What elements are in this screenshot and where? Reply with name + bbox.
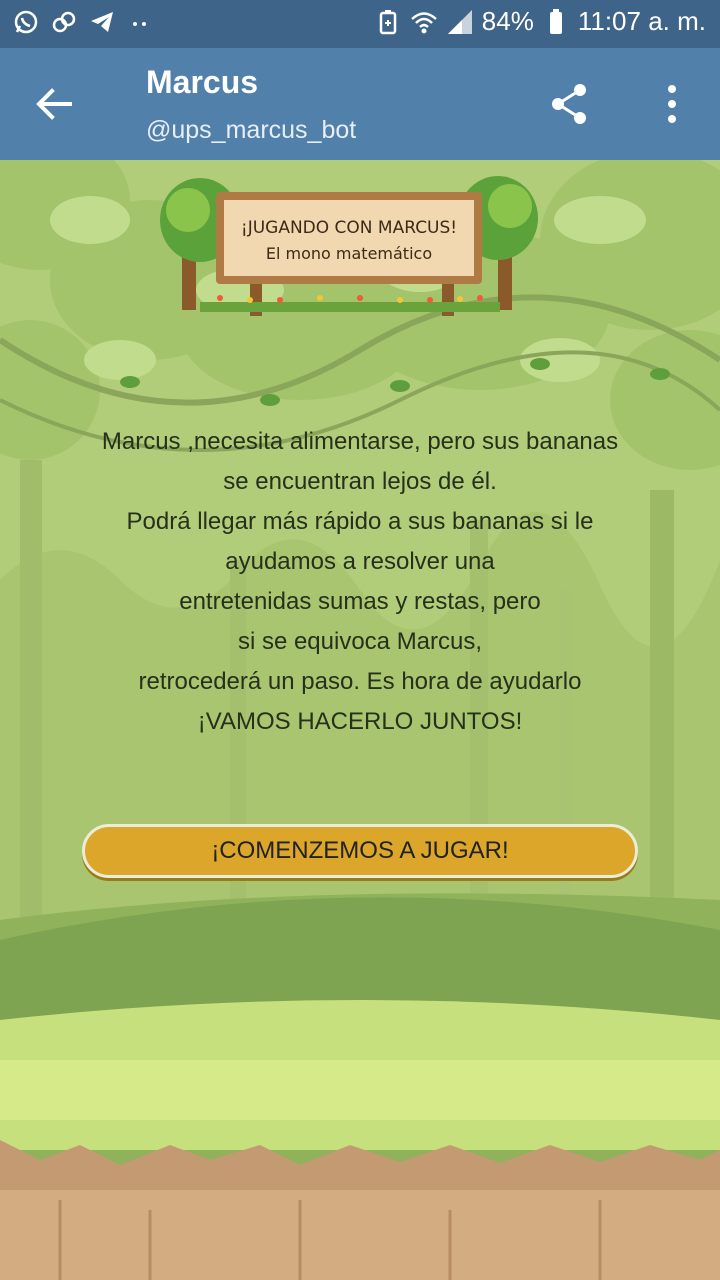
share-icon[interactable] xyxy=(548,82,592,126)
back-arrow-icon[interactable] xyxy=(30,80,78,128)
status-bar: 84% 11:07 a. m. xyxy=(0,0,720,48)
intro-line: si se equivoca Marcus, xyxy=(237,628,483,655)
more-vert-icon[interactable] xyxy=(650,80,694,128)
intro-line: Podrá llegar más rápido a sus bananas si… xyxy=(126,508,594,535)
battery-percentage: 84% xyxy=(481,6,534,36)
whatsapp-icon xyxy=(14,10,38,34)
game-scene: ¡JUGANDO CON MARCUS! El mono matemático … xyxy=(0,160,720,1280)
intro-line: Marcus ,necesita alimentarse, pero sus b… xyxy=(101,428,619,455)
app-bar: Marcus @ups_marcus_bot xyxy=(0,48,720,160)
link-icon xyxy=(52,11,76,33)
more-dots-icon xyxy=(133,22,146,26)
intro-line: entretenidas sumas y restas, pero xyxy=(179,588,541,615)
start-game-button[interactable]: ¡COMENZEMOS A JUGAR! xyxy=(82,824,638,878)
intro-line: retrocederá un paso. Es hora de ayudarlo xyxy=(138,668,582,695)
chat-title[interactable]: Marcus xyxy=(146,64,258,101)
system-icons: 84% 11:07 a. m. xyxy=(374,6,706,37)
battery-icon xyxy=(549,8,562,34)
title-sign: ¡JUGANDO CON MARCUS! El mono matemático xyxy=(160,170,540,330)
intro-line: se encuentran lejos de él. xyxy=(223,468,497,495)
intro-line: ¡VAMOS HACERLO JUNTOS! xyxy=(197,708,523,735)
sign-line-1: ¡JUGANDO CON MARCUS! xyxy=(240,218,458,238)
bot-username: @ups_marcus_bot xyxy=(146,116,357,144)
signal-icon xyxy=(447,9,472,34)
intro-line: ayudamos a resolver una xyxy=(225,548,495,575)
intro-text: Marcus ,necesita alimentarse, pero sus b… xyxy=(40,422,680,742)
clock: 11:07 a. m. xyxy=(577,6,706,36)
notification-icons xyxy=(12,8,154,36)
telegram-icon xyxy=(91,12,113,32)
wifi-icon xyxy=(410,11,437,33)
battery-saver-icon xyxy=(379,9,397,34)
sign-line-2: El mono matemático xyxy=(265,244,433,263)
